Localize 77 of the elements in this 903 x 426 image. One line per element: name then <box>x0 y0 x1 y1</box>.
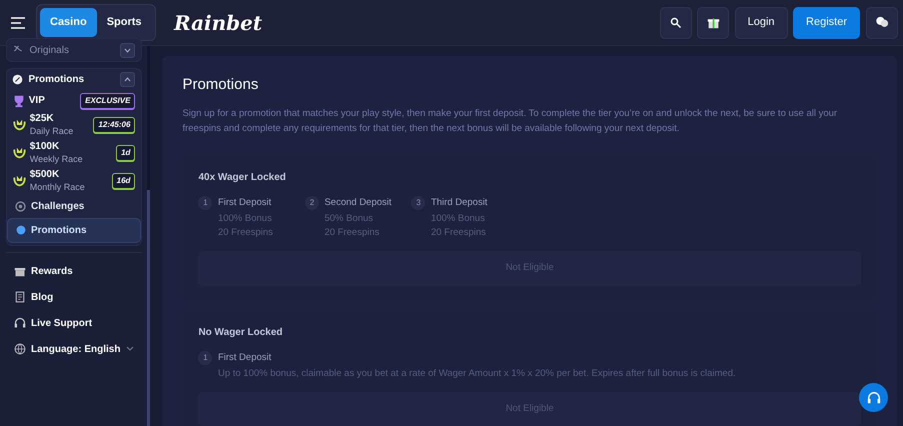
promo-title: $25K <box>30 112 55 124</box>
chat-icon <box>874 16 888 29</box>
logo[interactable]: Rainbet <box>174 8 262 38</box>
caret-button[interactable] <box>120 72 136 87</box>
mode-tab[interactable]: Sports <box>96 8 152 37</box>
step-title: Third Deposit <box>430 196 488 210</box>
promo-title: $500K <box>30 168 60 180</box>
promo-tag: 1d <box>116 144 136 160</box>
chevron-up-icon <box>124 77 132 82</box>
step-detail: 20 Freespins <box>430 226 487 240</box>
step-detail: 100% Bonus <box>430 212 486 226</box>
promo-subtitle: Monthly Race <box>30 180 85 192</box>
gift-icon <box>706 16 720 29</box>
headset-icon <box>866 390 880 404</box>
chat-button[interactable] <box>866 6 898 38</box>
promo-item[interactable]: $25K Daily Race 12:45:06 <box>6 110 141 138</box>
step-title: First Deposit <box>218 196 272 210</box>
gift-icon <box>14 265 26 278</box>
step-detail: Up to 100% bonus, claimable as you bet at a rate of Wager Amount x 1% x 20% per bet. Expires after full bonus is claimed. <box>218 366 736 381</box>
register-button[interactable]: Register <box>793 6 860 38</box>
promo-item[interactable]: $500K Monthly Race 16d <box>6 166 141 194</box>
chevron-down-icon <box>124 48 132 52</box>
link-label: Promotions <box>31 224 87 238</box>
laurel-icon <box>12 118 27 132</box>
link-label: Language: English <box>31 342 120 357</box>
tier-title: 40x Wager Locked <box>198 170 287 184</box>
step-number: 2 <box>304 196 319 210</box>
promo-item[interactable]: VIP EXCLUSIVE <box>6 90 141 110</box>
tier-title: No Wager Locked <box>198 326 284 340</box>
link-label: Rewards <box>31 264 73 279</box>
promo-subtitle: Daily Race <box>30 124 74 136</box>
promo-item[interactable]: $100K Weekly Race 1d <box>6 138 141 166</box>
page-title: Promotions <box>182 75 260 95</box>
laurel-icon <box>12 174 27 188</box>
step-title: First Deposit <box>218 350 272 364</box>
login-button[interactable]: Login <box>734 6 788 38</box>
sidebar-link[interactable]: Challenges <box>6 194 141 218</box>
sidebar-link[interactable]: Live Support <box>6 310 142 336</box>
group-label[interactable]: Originals <box>30 42 69 58</box>
globe-icon <box>14 343 26 356</box>
gift-button[interactable] <box>697 6 730 38</box>
step-number: 3 <box>411 196 426 210</box>
mode-tab[interactable]: Casino <box>40 8 97 37</box>
group-label[interactable]: Promotions <box>28 72 84 87</box>
sidebar-link[interactable]: Rewards <box>6 258 142 284</box>
badge-icon <box>16 225 26 235</box>
description: Sign up for a promotion that matches your play style, then make your first deposit. To complete the tier you’re on and unlock the next, be sure to use all your freespins and complete any requirements for that tier, then the next bonus will be available following your next deposit. <box>182 106 838 136</box>
search-icon <box>670 16 682 28</box>
link-label: Live Support <box>31 316 92 331</box>
caret-button[interactable] <box>120 42 136 58</box>
sidebar-link[interactable]: Blog <box>6 284 142 310</box>
link-label: Challenges <box>31 200 84 214</box>
headset-icon <box>14 317 26 330</box>
promo-subtitle: Weekly Race <box>30 152 83 164</box>
target-icon <box>14 200 26 212</box>
search-button[interactable] <box>660 6 692 38</box>
sidebar-link[interactable]: Promotions <box>6 218 141 242</box>
menu-icon <box>11 16 25 28</box>
trophy-icon <box>12 94 26 108</box>
step-detail: 50% Bonus <box>324 212 374 226</box>
document-icon <box>14 291 26 304</box>
promo-tag: 16d <box>112 172 136 188</box>
chevron-down-icon <box>126 346 134 352</box>
step-title: Second Deposit <box>324 196 392 210</box>
link-label: Blog <box>31 290 54 305</box>
step-detail: 20 Freespins <box>218 226 273 240</box>
step-number: 1 <box>198 350 212 364</box>
promo-title: VIP <box>28 94 45 106</box>
promo-tag: EXCLUSIVE <box>80 92 136 108</box>
step-detail: 100% Bonus <box>218 212 273 226</box>
step-detail: 20 Freespins <box>324 226 380 240</box>
badge-icon <box>12 74 23 85</box>
promo-tag: 12:45:06 <box>93 116 136 132</box>
promo-title: $100K <box>30 140 60 152</box>
laurel-icon <box>12 146 27 160</box>
step-number: 1 <box>198 196 212 210</box>
sidebar-link[interactable]: Language: English <box>6 336 142 362</box>
